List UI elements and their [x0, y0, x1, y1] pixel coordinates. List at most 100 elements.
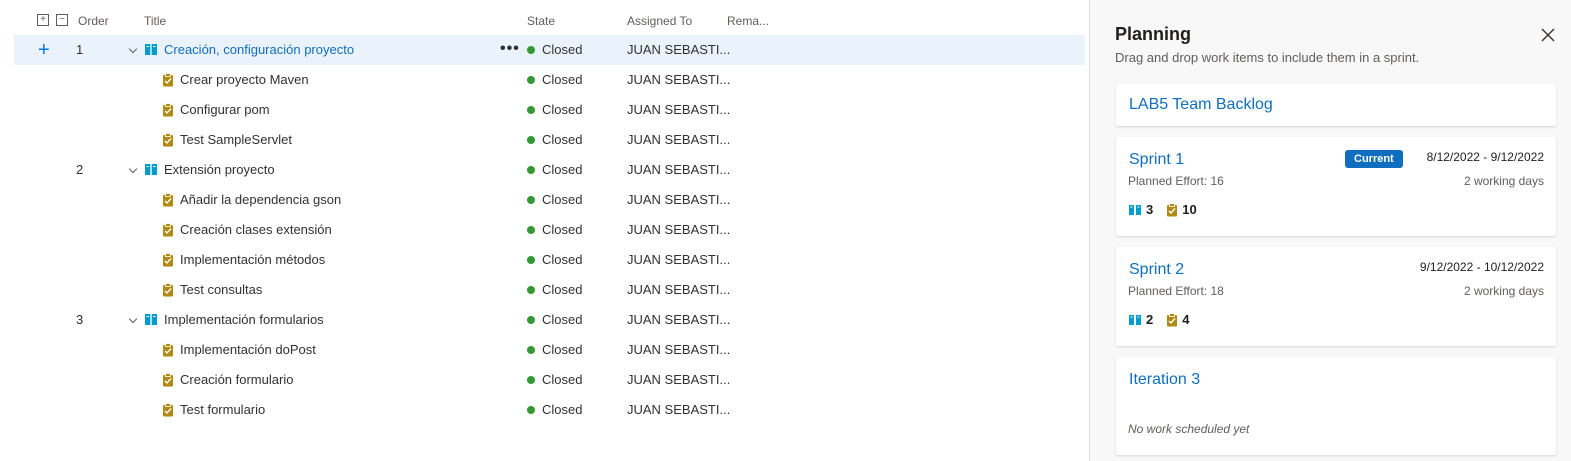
assigned-to-cell: JUAN SEBASTI...	[627, 102, 731, 117]
story-count: 2	[1146, 312, 1154, 327]
backlog-row-task[interactable]: Creación formulario Closed JUAN SEBASTI...	[14, 365, 1085, 395]
chevron-down-icon[interactable]	[128, 44, 138, 54]
state-cell: Closed	[527, 35, 582, 65]
sprint-card[interactable]: Sprint 2 9/12/2022 - 10/12/2022 Planned …	[1116, 247, 1556, 346]
assigned-to-cell: JUAN SEBASTI...	[627, 72, 731, 87]
status-dot	[527, 286, 535, 294]
backlog-row-task[interactable]: Añadir la dependencia gson Closed JUAN SEB…	[14, 185, 1085, 215]
assigned-to-cell: JUAN SEBASTI...	[627, 192, 731, 207]
column-header-assigned-to[interactable]: Assigned To	[627, 14, 692, 28]
backlog-row-task[interactable]: Implementación métodos Closed JUAN SEBASTI…	[14, 245, 1085, 275]
backlog-card[interactable]: LAB5 Team Backlog	[1116, 84, 1556, 126]
close-icon[interactable]	[1539, 26, 1557, 44]
state-cell: Closed	[527, 305, 582, 335]
clipboard-icon	[163, 253, 173, 267]
planning-pane: Planning Drag and drop work items to inc…	[1089, 0, 1571, 461]
sprint-dates: 8/12/2022 - 9/12/2022	[1426, 150, 1544, 164]
state-label: Closed	[542, 282, 583, 297]
work-item-title[interactable]: Implementación formularios	[164, 305, 324, 335]
column-header-state[interactable]: State	[527, 14, 555, 28]
status-dot	[527, 376, 535, 384]
assigned-to-cell: JUAN SEBASTI...	[627, 132, 731, 147]
backlog-row-task[interactable]: Test consultas Closed JUAN SEBASTI...	[14, 275, 1085, 305]
column-header-order[interactable]: Order	[78, 14, 109, 28]
state-label: Closed	[542, 342, 583, 357]
chevron-down-icon[interactable]	[128, 164, 138, 174]
status-dot	[527, 346, 535, 354]
backlog-row-task[interactable]: Configurar pom Closed JUAN SEBASTI...	[14, 95, 1085, 125]
state-cell: Closed	[527, 275, 582, 305]
backlog-row-story[interactable]: + ••• 1 Creación, configuración proyecto Clo…	[14, 35, 1085, 65]
sprint-name[interactable]: Sprint 1	[1129, 151, 1184, 169]
clipboard-icon	[163, 373, 173, 387]
assigned-to-cell: JUAN SEBASTI...	[627, 222, 731, 237]
collapse-all-button[interactable]: −	[56, 14, 68, 26]
add-child-button[interactable]: +	[38, 35, 50, 65]
clipboard-icon	[163, 343, 173, 357]
clipboard-icon	[163, 73, 173, 87]
column-header-title[interactable]: Title	[144, 14, 166, 28]
more-actions-button[interactable]: •••	[500, 35, 520, 63]
state-cell: Closed	[527, 125, 582, 155]
work-item-title[interactable]: Extensión proyecto	[164, 155, 275, 185]
backlog-row-story[interactable]: 2 Extensión proyecto Closed JUAN SEBASTI...	[14, 155, 1085, 185]
backlog-row-task[interactable]: Test formulario Closed JUAN SEBASTI...	[14, 395, 1085, 425]
sprint-card[interactable]: Sprint 1 Current 8/12/2022 - 9/12/2022 P…	[1116, 137, 1556, 236]
status-dot	[527, 226, 535, 234]
work-item-title[interactable]: Test formulario	[180, 395, 265, 425]
expand-all-button[interactable]: +	[37, 14, 49, 26]
status-dot	[527, 136, 535, 144]
working-days: 2 working days	[1463, 174, 1544, 188]
book-icon	[1129, 204, 1141, 215]
state-cell: Closed	[527, 95, 582, 125]
clipboard-icon	[163, 223, 173, 237]
state-cell: Closed	[527, 215, 582, 245]
backlog-row-task[interactable]: Test SampleServlet Closed JUAN SEBASTI...	[14, 125, 1085, 155]
sprint-name[interactable]: Sprint 2	[1129, 261, 1184, 279]
work-item-title[interactable]: Implementación doPost	[180, 335, 316, 365]
status-dot	[527, 106, 535, 114]
work-item-title[interactable]: Creación clases extensión	[180, 215, 332, 245]
status-dot	[527, 406, 535, 414]
iteration-name[interactable]: Iteration 3	[1129, 371, 1200, 389]
column-header-remaining[interactable]: Rema...	[727, 14, 769, 28]
clipboard-icon	[163, 193, 173, 207]
backlog-row-task[interactable]: Implementación doPost Closed JUAN SEBASTI.…	[14, 335, 1085, 365]
work-item-title[interactable]: Test consultas	[180, 275, 262, 305]
status-dot	[527, 316, 535, 324]
state-label: Closed	[542, 192, 583, 207]
work-item-title[interactable]: Test SampleServlet	[180, 125, 292, 155]
work-item-title[interactable]: Añadir la dependencia gson	[180, 185, 341, 215]
assigned-to-cell: JUAN SEBASTI...	[627, 42, 731, 57]
status-dot	[527, 46, 535, 54]
work-item-title[interactable]: Creación formulario	[180, 365, 293, 395]
state-label: Closed	[542, 312, 583, 327]
iteration-card[interactable]: Iteration 3 No work scheduled yet	[1116, 357, 1556, 455]
state-label: Closed	[542, 252, 583, 267]
state-label: Closed	[542, 402, 583, 417]
backlog-row-task[interactable]: Creación clases extensión Closed JUAN SEBA…	[14, 215, 1085, 245]
work-item-title[interactable]: Implementación métodos	[180, 245, 325, 275]
work-item-title[interactable]: Crear proyecto Maven	[180, 65, 309, 95]
state-cell: Closed	[527, 395, 582, 425]
story-count: 3	[1146, 202, 1154, 217]
planned-effort: Planned Effort: 16	[1128, 174, 1224, 188]
book-icon	[1129, 314, 1141, 325]
backlog-row-story[interactable]: 3 Implementación formularios Closed JUAN SE…	[14, 305, 1085, 335]
state-label: Closed	[542, 102, 583, 117]
chevron-down-icon[interactable]	[128, 314, 138, 324]
assigned-to-cell: JUAN SEBASTI...	[627, 282, 731, 297]
assigned-to-cell: JUAN SEBASTI...	[627, 402, 731, 417]
backlog-row-task[interactable]: Crear proyecto Maven Closed JUAN SEBASTI..…	[14, 65, 1085, 95]
backlog-link[interactable]: LAB5 Team Backlog	[1129, 96, 1273, 114]
book-icon	[145, 314, 157, 325]
order-cell: 2	[76, 162, 84, 177]
work-item-title[interactable]: Creación, configuración proyecto	[164, 35, 354, 65]
work-item-title[interactable]: Configurar pom	[180, 95, 270, 125]
current-badge: Current	[1345, 150, 1403, 168]
pane-subtitle: Drag and drop work items to include them…	[1115, 50, 1420, 65]
assigned-to-cell: JUAN SEBASTI...	[627, 162, 731, 177]
state-label: Closed	[542, 222, 583, 237]
state-cell: Closed	[527, 335, 582, 365]
assigned-to-cell: JUAN SEBASTI...	[627, 252, 731, 267]
